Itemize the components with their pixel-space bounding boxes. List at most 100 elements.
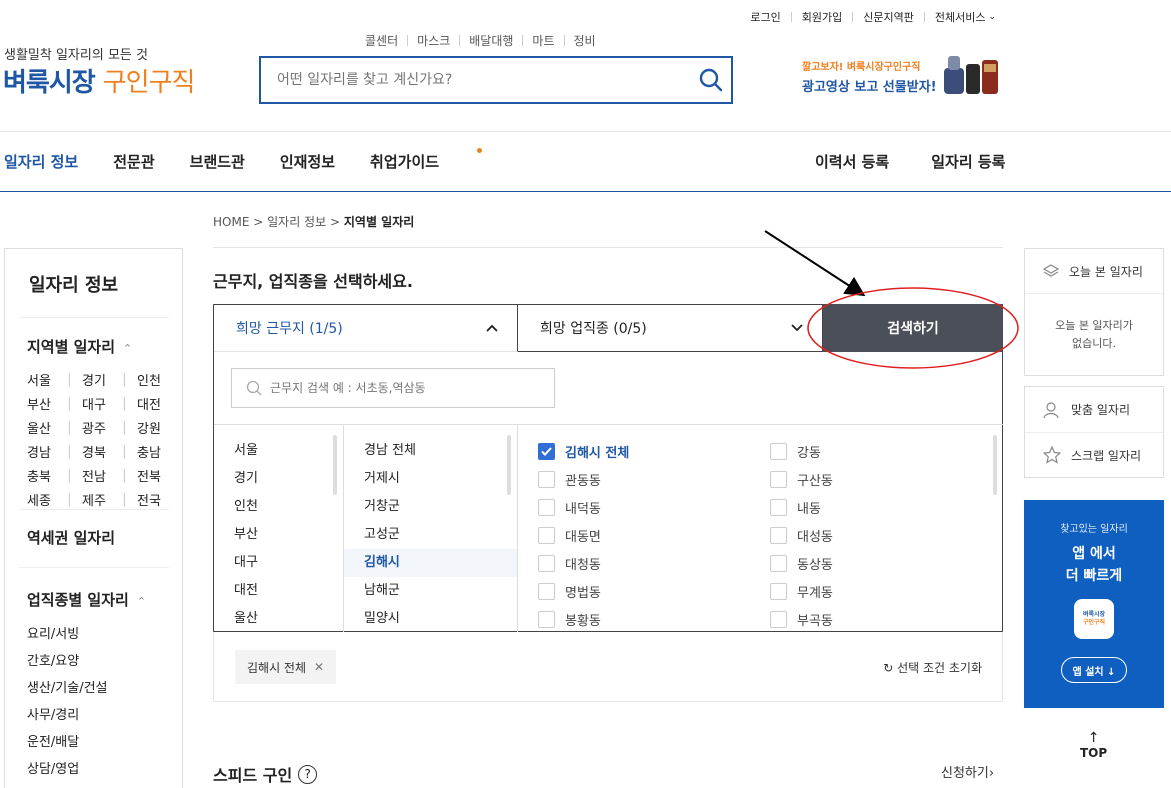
region-link[interactable]: 충북 xyxy=(27,466,57,485)
app-promo-box[interactable]: 찾고있는 일자리 앱 에서 더 빠르게 벼룩시장 구인구직 앱 설치 ↓ xyxy=(1024,500,1164,708)
search-icon[interactable] xyxy=(691,60,731,100)
job-register-link[interactable]: 일자리 등록 xyxy=(931,151,1005,172)
region-option[interactable]: 인천 xyxy=(214,493,343,521)
chevron-down-icon xyxy=(791,324,803,332)
dong-checkbox-checked[interactable]: 김해시 전체 xyxy=(538,437,770,465)
city-column: 경남 전체 거제시 거창군 고성군 김해시 남해군 밀양시 xyxy=(344,425,518,632)
quick-link-mask[interactable]: 마스크 xyxy=(417,32,450,49)
custom-jobs-link[interactable]: 맞춤 일자리 xyxy=(1025,387,1163,433)
region-link[interactable]: 울산 xyxy=(27,418,57,437)
nav-specialty[interactable]: 전문관 xyxy=(113,151,154,172)
job-category-link[interactable]: 생산/기술/건설 xyxy=(27,675,108,702)
nav-brand[interactable]: 브랜드관 xyxy=(190,151,245,172)
region-link[interactable]: 경남 xyxy=(27,442,57,461)
dong-checkbox[interactable]: 내덕동 xyxy=(538,493,770,521)
sidebar-station-link[interactable]: 역세권 일자리 xyxy=(27,527,115,548)
selected-chip-label: 김해시 전체 xyxy=(247,660,307,675)
city-option[interactable]: 거창군 xyxy=(344,493,517,521)
quick-links: 콜센터 마스크 배달대행 마트 정비 xyxy=(365,32,596,49)
region-link[interactable]: 경기 xyxy=(82,370,112,389)
dong-checkbox[interactable]: 무계동 xyxy=(770,577,990,605)
dong-checkbox[interactable]: 대동면 xyxy=(538,521,770,549)
nav-guide[interactable]: 취업가이드 xyxy=(370,148,483,172)
region-link[interactable]: 충남 xyxy=(137,442,167,461)
promo-banner[interactable]: 깔고보자! 벼룩시장구인구직 광고영상 보고 선물받자! xyxy=(802,56,1002,104)
region-option[interactable]: 부산 xyxy=(214,521,343,549)
job-dropdown[interactable]: 희망 업직종 (0/5) xyxy=(518,304,823,352)
location-dropdown[interactable]: 희망 근무지 (1/5) xyxy=(213,304,518,352)
quick-link-repair[interactable]: 정비 xyxy=(574,32,596,49)
dong-scrollbar[interactable] xyxy=(993,435,997,495)
quick-link-delivery[interactable]: 배달대행 xyxy=(469,32,513,49)
dong-checkbox[interactable]: 강동 xyxy=(770,437,990,465)
close-icon[interactable]: ✕ xyxy=(314,660,324,674)
dong-checkbox[interactable]: 구산동 xyxy=(770,465,990,493)
main-search-input[interactable] xyxy=(277,72,691,88)
login-link[interactable]: 로그인 xyxy=(750,9,780,25)
city-option[interactable]: 거제시 xyxy=(344,465,517,493)
region-link[interactable]: 부산 xyxy=(27,394,57,413)
region-option[interactable]: 서울 xyxy=(214,437,343,465)
region-link[interactable]: 전북 xyxy=(137,466,167,485)
dong-checkbox[interactable]: 부곡동 xyxy=(770,605,990,633)
region-scrollbar[interactable] xyxy=(333,435,337,495)
sidebar-title: 일자리 정보 xyxy=(29,275,119,296)
back-to-top-button[interactable]: ↑ TOP xyxy=(1080,730,1107,760)
app-install-button[interactable]: 앱 설치 ↓ xyxy=(1061,657,1127,683)
city-option[interactable]: 밀양시 xyxy=(344,605,517,633)
job-category-link[interactable]: 간호/요양 xyxy=(27,648,108,675)
dong-label: 무계동 xyxy=(797,585,833,601)
region-option[interactable]: 대전 xyxy=(214,577,343,605)
dong-checkbox[interactable]: 명법동 xyxy=(538,577,770,605)
region-link[interactable]: 경북 xyxy=(82,442,112,461)
nav-talent[interactable]: 인재정보 xyxy=(280,151,335,172)
region-option[interactable]: 경기 xyxy=(214,465,343,493)
city-scrollbar[interactable] xyxy=(507,435,511,495)
sidebar-job-header[interactable]: 업직종별 일자리 ⌃ xyxy=(27,589,146,610)
dong-checkbox[interactable]: 관동동 xyxy=(538,465,770,493)
nav-jobs[interactable]: 일자리 정보 xyxy=(4,151,78,172)
region-link[interactable]: 광주 xyxy=(82,418,112,437)
location-search-input[interactable] xyxy=(270,381,530,395)
recent-jobs-header[interactable]: 오늘 본 일자리 xyxy=(1025,249,1163,293)
dong-checkbox[interactable]: 봉황동 xyxy=(538,605,770,633)
dong-checkbox[interactable]: 내동 xyxy=(770,493,990,521)
job-category-link[interactable]: 요리/서빙 xyxy=(27,621,108,648)
region-link[interactable]: 대구 xyxy=(82,394,112,413)
scrap-jobs-link[interactable]: 스크랩 일자리 xyxy=(1025,433,1163,477)
region-link[interactable]: 전국 xyxy=(137,490,167,509)
city-option[interactable]: 경남 전체 xyxy=(344,437,517,465)
dong-checkbox[interactable]: 대성동 xyxy=(770,521,990,549)
resume-register-link[interactable]: 이력서 등록 xyxy=(815,151,889,172)
help-icon[interactable]: ? xyxy=(298,764,318,784)
breadcrumb-jobs[interactable]: 일자리 정보 xyxy=(267,215,326,229)
reset-button[interactable]: ↻ 선택 조건 초기화 xyxy=(883,659,982,676)
city-option[interactable]: 고성군 xyxy=(344,521,517,549)
region-link[interactable]: 제주 xyxy=(82,490,112,509)
all-services-link[interactable]: 전체서비스 xyxy=(935,9,986,25)
job-category-link[interactable]: 사무/경리 xyxy=(27,702,108,729)
city-option-selected[interactable]: 김해시 xyxy=(344,549,517,577)
breadcrumb-home[interactable]: HOME xyxy=(213,215,249,229)
region-paper-link[interactable]: 신문지역판 xyxy=(863,9,914,25)
region-link[interactable]: 강원 xyxy=(137,418,167,437)
region-option[interactable]: 대구 xyxy=(214,549,343,577)
job-category-link[interactable]: 운전/배달 xyxy=(27,729,108,756)
region-link[interactable]: 인천 xyxy=(137,370,167,389)
region-link[interactable]: 전남 xyxy=(82,466,112,485)
sidebar-region-header[interactable]: 지역별 일자리 ⌃ xyxy=(27,336,132,357)
region-option[interactable]: 울산 xyxy=(214,605,343,633)
site-logo[interactable]: 벼룩시장 구인구직 xyxy=(3,62,195,99)
join-link[interactable]: 회원가입 xyxy=(802,9,842,25)
region-link[interactable]: 대전 xyxy=(137,394,167,413)
city-option[interactable]: 남해군 xyxy=(344,577,517,605)
job-category-link[interactable]: 상담/영업 xyxy=(27,756,108,783)
speed-apply-link[interactable]: 신청하기› xyxy=(941,762,994,781)
dong-checkbox[interactable]: 대청동 xyxy=(538,549,770,577)
quick-link-mart[interactable]: 마트 xyxy=(532,32,554,49)
dong-checkbox[interactable]: 동상동 xyxy=(770,549,990,577)
quick-link-callcenter[interactable]: 콜센터 xyxy=(365,32,398,49)
region-link[interactable]: 세종 xyxy=(27,490,57,509)
search-button[interactable]: 검색하기 xyxy=(823,304,1003,352)
region-link[interactable]: 서울 xyxy=(27,370,57,389)
